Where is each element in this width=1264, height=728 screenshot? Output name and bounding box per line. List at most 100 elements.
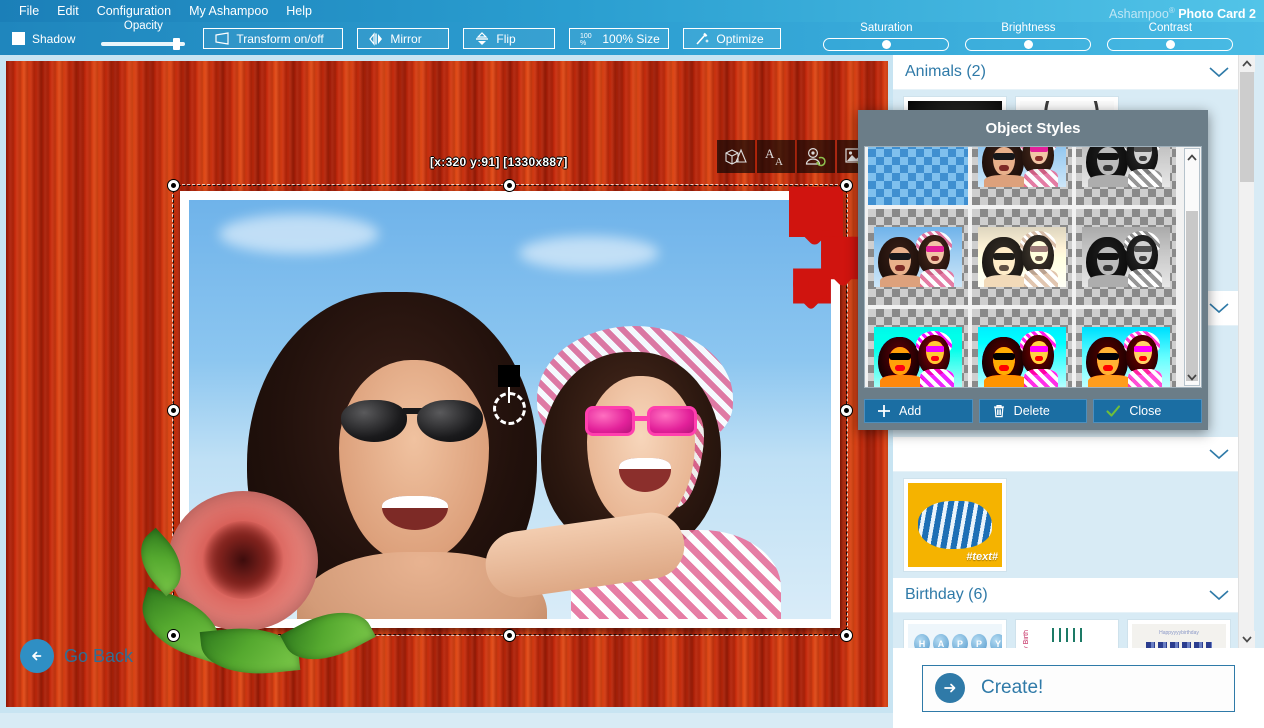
- shadow-checkbox[interactable]: Shadow: [12, 32, 75, 46]
- handle-middle-right[interactable]: [840, 404, 853, 417]
- chevron-down-icon[interactable]: [1208, 589, 1230, 601]
- handle-middle-left[interactable]: [167, 404, 180, 417]
- style-b-top[interactable]: [972, 147, 1072, 205]
- opacity-slider[interactable]: Opacity: [97, 20, 189, 55]
- text-icon: A A: [765, 146, 783, 168]
- chevron-down-icon[interactable]: [1208, 66, 1230, 78]
- chevron-down-icon[interactable]: [1208, 302, 1230, 314]
- create-zone: Create!: [893, 648, 1264, 728]
- card-canvas[interactable]: [x:320 y:91] [1330x887] A A Go Back: [6, 61, 888, 707]
- section-header-3[interactable]: [893, 437, 1246, 472]
- style-c-top[interactable]: [1076, 147, 1176, 205]
- opacity-knob[interactable]: [173, 38, 181, 50]
- scroll-up-arrow-icon[interactable]: [1239, 55, 1255, 72]
- dialog-scrollbar[interactable]: [1184, 148, 1200, 386]
- title-bar: File Edit Configuration My Ashampoo Help…: [0, 0, 1264, 22]
- style-preview: [1082, 147, 1170, 187]
- list-item[interactable]: Happy Birth: [1015, 619, 1119, 648]
- thumb-penguin-text: #text#: [908, 483, 1002, 567]
- style-preview: [874, 227, 962, 287]
- handle-bottom-left[interactable]: [167, 629, 180, 642]
- shadow-label: Shadow: [32, 31, 76, 46]
- menu-item-file[interactable]: File: [10, 0, 48, 22]
- scroll-down-arrow-icon[interactable]: [1239, 631, 1255, 648]
- menu-item-edit[interactable]: Edit: [48, 0, 88, 22]
- size-100-button[interactable]: 100 % 100% Size: [569, 28, 670, 49]
- svg-text:%: %: [580, 40, 586, 47]
- shadow-checkbox-box[interactable]: [12, 32, 25, 45]
- style-preview: [978, 227, 1066, 287]
- balloon-letter: P: [952, 634, 968, 648]
- add-style-button[interactable]: Add: [864, 399, 973, 423]
- style-preview: [874, 327, 962, 387]
- dialog-scroll-down-icon[interactable]: [1185, 369, 1199, 385]
- dialog-button-row: Add Delete Close: [864, 399, 1203, 423]
- style-preview: [978, 147, 1066, 187]
- brightness-slider[interactable]: Brightness: [965, 22, 1092, 55]
- handle-bottom-right[interactable]: [840, 629, 853, 642]
- style-original[interactable]: [868, 209, 968, 305]
- rose-leaf-2: [199, 622, 301, 680]
- saturation-slider[interactable]: Saturation: [823, 22, 950, 55]
- list-item[interactable]: #text#: [903, 478, 1007, 572]
- girl-sunglasses: [585, 406, 703, 438]
- styles-grid-container[interactable]: [864, 146, 1202, 388]
- chevron-down-icon[interactable]: [1208, 448, 1230, 460]
- adjustment-sliders: Saturation Brightness Contrast: [823, 22, 1234, 55]
- size-100-label: 100% Size: [602, 31, 660, 46]
- rose-decoration[interactable]: [127, 481, 376, 680]
- section-header-animals[interactable]: Animals (2): [893, 55, 1246, 90]
- cloud-1: [219, 214, 379, 254]
- contrast-slider[interactable]: Contrast: [1107, 22, 1234, 55]
- handle-bottom-center[interactable]: [503, 629, 516, 642]
- style-pop-art-1[interactable]: [868, 309, 968, 387]
- check-green-icon: [1106, 405, 1121, 417]
- object-styles-dialog: Object Styles Add Delete Close: [858, 110, 1208, 430]
- styles-grid: [868, 147, 1178, 387]
- thumb-birthday-cake: Happy Birth: [1020, 624, 1114, 648]
- style-grayscale[interactable]: [1076, 209, 1176, 305]
- style-pop-art-3[interactable]: [1076, 309, 1176, 387]
- flip-label: Flip: [496, 31, 516, 46]
- balloon-letter: H: [914, 634, 930, 648]
- style-original-top[interactable]: [868, 147, 968, 205]
- brand-registered-mark: ®: [1168, 6, 1175, 15]
- handle-top-left[interactable]: [167, 179, 180, 192]
- dialog-scroll-up-icon[interactable]: [1185, 149, 1199, 165]
- section-header-birthday[interactable]: Birthday (6): [893, 578, 1246, 613]
- dialog-scrollbar-thumb[interactable]: [1186, 211, 1198, 381]
- mirror-label: Mirror: [390, 31, 422, 46]
- section-title-animals: Animals (2): [905, 63, 986, 80]
- thumb-caption: #text#: [966, 551, 998, 563]
- close-dialog-button[interactable]: Close: [1093, 399, 1203, 423]
- handle-top-center[interactable]: [503, 179, 516, 192]
- menu-item-help[interactable]: Help: [277, 0, 321, 22]
- transform-toggle-button[interactable]: Transform on/off: [203, 28, 344, 49]
- go-back-button[interactable]: Go Back: [20, 639, 133, 673]
- replace-person-button[interactable]: [797, 140, 835, 173]
- object-shapes-button[interactable]: [717, 140, 755, 173]
- shapes-3d-icon: [725, 148, 747, 165]
- create-button[interactable]: Create!: [922, 664, 1235, 712]
- delete-style-button[interactable]: Delete: [978, 399, 1088, 423]
- menu-item-my-ashampoo[interactable]: My Ashampoo: [180, 0, 277, 22]
- candles: [1052, 628, 1082, 642]
- cake-vertical-text: Happy Birth: [1023, 630, 1030, 648]
- handle-top-right[interactable]: [840, 179, 853, 192]
- sidebar-scrollbar[interactable]: [1238, 55, 1255, 648]
- cloud-2: [519, 236, 659, 270]
- list-item[interactable]: Happyyyybirthday Happy Birthday!: [1127, 619, 1231, 648]
- add-text-button[interactable]: A A: [757, 140, 795, 173]
- flip-button[interactable]: Flip: [463, 28, 556, 49]
- menu-item-configuration[interactable]: Configuration: [88, 0, 180, 22]
- sidebar-scrollbar-thumb[interactable]: [1240, 72, 1254, 182]
- balloon-3: [793, 268, 831, 311]
- section-title-birthday: Birthday (6): [905, 586, 988, 603]
- list-item[interactable]: H A P P Y Birthday to you: [903, 619, 1007, 648]
- mirror-button[interactable]: Mirror: [357, 28, 450, 49]
- saturation-label: Saturation: [860, 22, 913, 34]
- optimize-button[interactable]: Optimize: [683, 28, 782, 49]
- transform-icon: [215, 31, 229, 45]
- style-sepia[interactable]: [972, 209, 1072, 305]
- style-pop-art-2[interactable]: [972, 309, 1072, 387]
